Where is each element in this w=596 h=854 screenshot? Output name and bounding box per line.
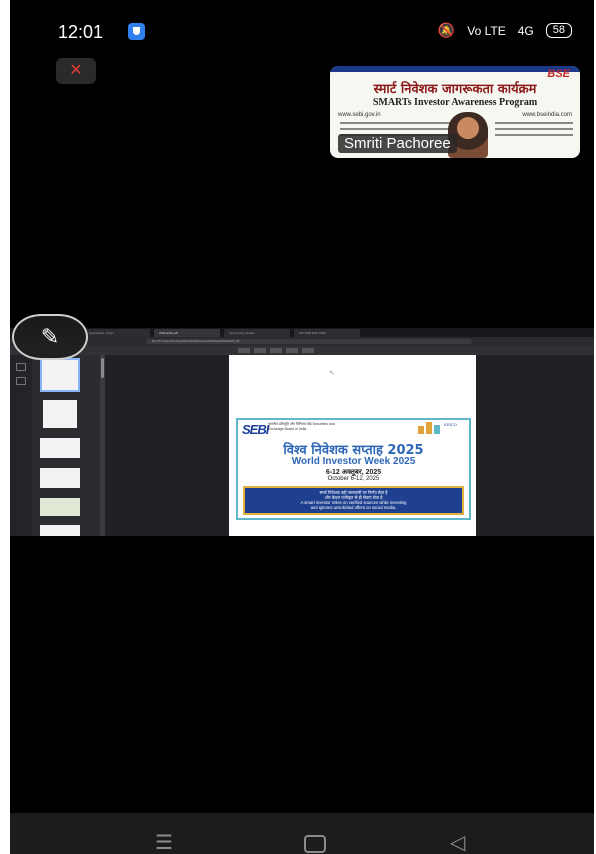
navigation-bar: ☰ ◁ (10, 813, 594, 854)
banner-link-right: www.bseindia.com (522, 112, 572, 118)
pdf-tools (238, 348, 378, 353)
home-icon[interactable] (304, 835, 326, 853)
poster-dates-english: October 6-12, 2025 (327, 476, 380, 482)
pdf-tool[interactable] (302, 348, 314, 353)
poster-message-line: and ignores unsolicited offers on social… (310, 505, 397, 510)
page-thumbnail[interactable] (40, 525, 80, 536)
banner-text-lines (495, 122, 573, 140)
mouse-cursor-icon: ↖ (329, 370, 335, 377)
pencil-icon[interactable]: ✎ (12, 314, 88, 360)
browser-tab[interactable]: Dashboard - Zoom (84, 329, 150, 337)
banner-title-hindi: स्मार्ट निवेशक जागरूकता कार्यक्रम (373, 82, 537, 97)
page-thumbnail[interactable] (40, 438, 80, 458)
recent-apps-icon[interactable]: ☰ (155, 833, 173, 853)
shield-icon (128, 23, 145, 40)
browser-tabs: Dashboard - Zoom WIW-ENG.pdf Opportunity… (10, 328, 594, 337)
participant-video[interactable]: BSE स्मार्ट निवेशक जागरूकता कार्यक्रम SM… (330, 66, 580, 158)
scrollbar-thumb[interactable] (101, 358, 104, 378)
phone-screen: 12:01 🔕 Vo LTE 4G 58 ✕ BSE स्मार्ट निवेश… (10, 0, 594, 854)
poster-title-english: World Investor Week 2025 (291, 456, 416, 467)
network-label: Vo LTE (467, 23, 506, 38)
mic-muted-icon[interactable]: ✕ (56, 58, 96, 84)
status-time: 12:01 (58, 22, 104, 42)
page-thumbnail[interactable] (43, 400, 77, 428)
scrollbar[interactable] (100, 355, 105, 536)
browser-tab-active[interactable]: WIW-ENG.pdf (154, 329, 220, 337)
page-thumbnail[interactable] (40, 468, 80, 488)
page-thumbnail[interactable] (40, 358, 80, 392)
outline-icon[interactable] (16, 377, 26, 385)
pdf-tool[interactable] (270, 348, 282, 353)
shared-screen[interactable]: Dashboard - Zoom WIW-ENG.pdf Opportunity… (10, 328, 594, 536)
url-field[interactable]: file:///C:/Users/Desktop/World%20Investo… (146, 339, 472, 344)
pdf-side-strip (10, 355, 32, 536)
sebi-subtitle: भारतीय प्रतिभूति और विनिमय बोर्ड Securit… (268, 422, 335, 431)
status-icons: 🔕 Vo LTE 4G 58 (438, 22, 572, 39)
banner-title-english: SMARTs Investor Awareness Program (372, 97, 538, 108)
participant-name: Smriti Pachoree (338, 134, 457, 153)
browser-tab[interactable]: AW 2025 BSE SEBI (294, 329, 360, 337)
iosco-label: IOSCO (444, 422, 457, 427)
thumbnails-icon[interactable] (16, 363, 26, 371)
page-thumbnail[interactable] (40, 498, 80, 516)
pdf-tool[interactable] (286, 348, 298, 353)
back-icon[interactable]: ◁ (450, 830, 465, 854)
banner-link-left: www.sebi.gov.in (338, 112, 381, 118)
banner-bar (330, 66, 580, 72)
battery-indicator: 58 (545, 23, 572, 38)
pdf-tool[interactable] (238, 348, 250, 353)
browser-tab[interactable]: Opportunity Details (224, 329, 290, 337)
do-not-disturb-icon: 🔕 (437, 22, 456, 38)
signal-label: 4G (517, 23, 534, 38)
pdf-tool[interactable] (254, 348, 266, 353)
sebi-logo: SEBI (242, 422, 269, 437)
